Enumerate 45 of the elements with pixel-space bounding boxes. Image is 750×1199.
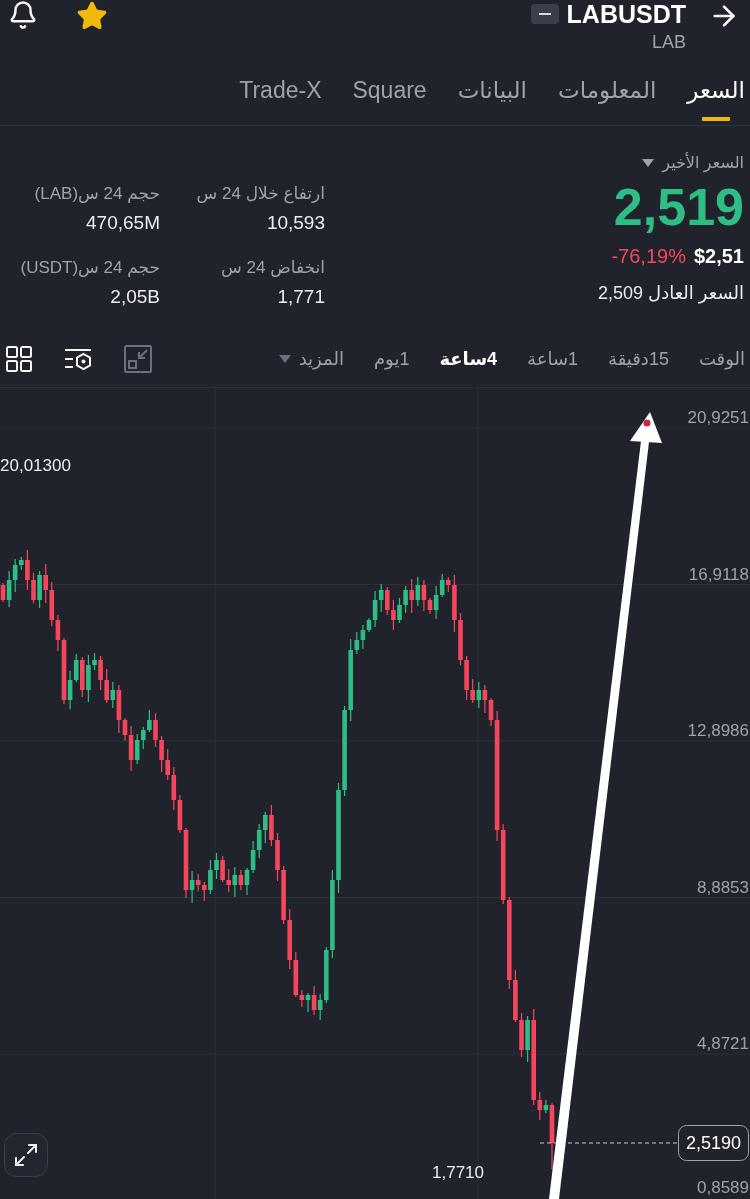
tab[interactable]: السعر <box>687 56 745 125</box>
price-axis-label: 16,9118 <box>688 564 749 584</box>
timeframe-option[interactable]: 1يوم <box>373 346 410 371</box>
price-axis-label: 12,8986 <box>687 721 749 740</box>
caret-icon <box>642 159 655 167</box>
expand-icon <box>14 1143 38 1167</box>
tab[interactable]: Square <box>352 56 427 125</box>
timeframe-option[interactable]: 4ساعة <box>439 346 498 371</box>
star-icon[interactable] <box>76 0 108 32</box>
price-axis-label: 8,8853 <box>697 877 749 897</box>
price-change: -76,19% <box>611 244 686 269</box>
stat-label: انخفاض 24 س <box>221 257 325 279</box>
stat-value: 2,05B <box>110 285 160 309</box>
tab[interactable]: البيانات <box>457 56 527 125</box>
base-asset: LAB <box>651 31 686 53</box>
usd-price: $2,51 <box>693 244 744 269</box>
price-type-dropdown[interactable]: السعر الأخير <box>642 153 744 173</box>
caret-icon <box>278 354 291 363</box>
price-axis-label: 0,8589 <box>697 1178 749 1197</box>
tab[interactable]: المعلومات <box>558 56 657 125</box>
tag-icon <box>530 4 559 24</box>
stat-value: 470,65M <box>86 211 160 235</box>
timeframe-option[interactable]: الوقت <box>698 346 745 371</box>
symbol-title: LABUSDT <box>566 0 686 28</box>
hexagon-lines-icon[interactable] <box>64 346 92 371</box>
bell-icon[interactable] <box>8 0 38 30</box>
low-price-marker: 1,7710 <box>432 1163 484 1182</box>
stat-value: 10,593 <box>266 211 325 235</box>
stat-label: ارتفاع خلال 24 س <box>196 183 325 206</box>
price-axis-label: 20,9251 <box>687 408 749 427</box>
last-price: 2,519 <box>613 179 744 235</box>
grid-icon[interactable] <box>6 345 32 372</box>
dot-icon <box>643 419 651 427</box>
current-price-tag: 2,5190 <box>678 1125 749 1161</box>
stat-label: حجم 24 س(LAB) <box>34 183 160 205</box>
timeframe-option[interactable]: 1ساعة <box>527 346 579 371</box>
expand-button[interactable] <box>4 1133 48 1177</box>
high-price-marker: 20,01300 <box>0 456 71 475</box>
stat-label: حجم 24 س(USDT) <box>20 257 160 279</box>
price-axis-label: 4,8721 <box>697 1034 749 1053</box>
stat-value: 1,771 <box>277 285 325 309</box>
fair-price: السعر العادل 2,509 <box>598 282 744 305</box>
more-menu[interactable]: المزيد <box>278 346 344 371</box>
timeframe-option[interactable]: 15دقيقة <box>608 346 669 371</box>
tab[interactable]: Trade-X <box>239 56 322 125</box>
